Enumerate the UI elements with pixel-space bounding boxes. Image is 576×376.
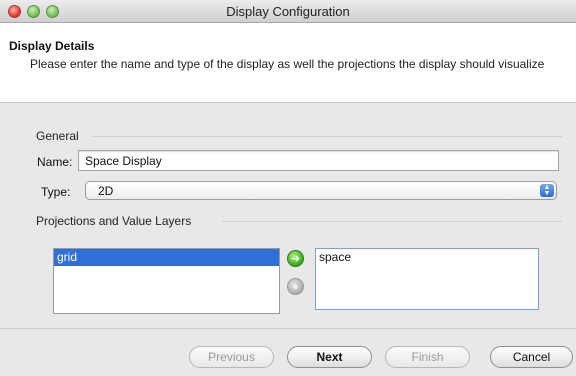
finish-button[interactable]: Finish xyxy=(385,346,470,368)
type-select[interactable]: 2D ▲ ▼ xyxy=(85,181,557,200)
name-field[interactable] xyxy=(78,150,559,171)
page-title: Display Details xyxy=(9,39,95,53)
previous-button[interactable]: Previous xyxy=(189,346,274,368)
title-bar: Display Configuration xyxy=(0,0,576,23)
type-label: Type: xyxy=(41,185,71,199)
arrow-right-icon[interactable]: ➔ xyxy=(287,250,304,267)
next-button[interactable]: Next xyxy=(287,346,372,368)
list-item[interactable]: grid xyxy=(54,249,279,266)
cancel-button[interactable]: Cancel xyxy=(490,346,573,368)
projections-section-label: Projections and Value Layers xyxy=(36,214,192,228)
footer-divider xyxy=(0,328,576,329)
type-select-value: 2D xyxy=(98,184,114,198)
name-label: Name: xyxy=(37,155,73,169)
projections-section-divider xyxy=(222,221,562,222)
remove-icon[interactable]: ● xyxy=(287,278,304,295)
up-down-arrows-icon: ▲ ▼ xyxy=(540,184,554,197)
wizard-header: Display Details Please enter the name an… xyxy=(0,23,576,103)
selected-projections-list[interactable]: space xyxy=(315,248,539,310)
available-projections-list[interactable]: grid xyxy=(53,248,280,314)
general-section-divider xyxy=(92,136,562,137)
page-description: Please enter the name and type of the di… xyxy=(30,57,545,71)
list-item[interactable]: space xyxy=(316,249,538,266)
general-section-label: General xyxy=(36,129,79,143)
window-title: Display Configuration xyxy=(226,4,350,19)
